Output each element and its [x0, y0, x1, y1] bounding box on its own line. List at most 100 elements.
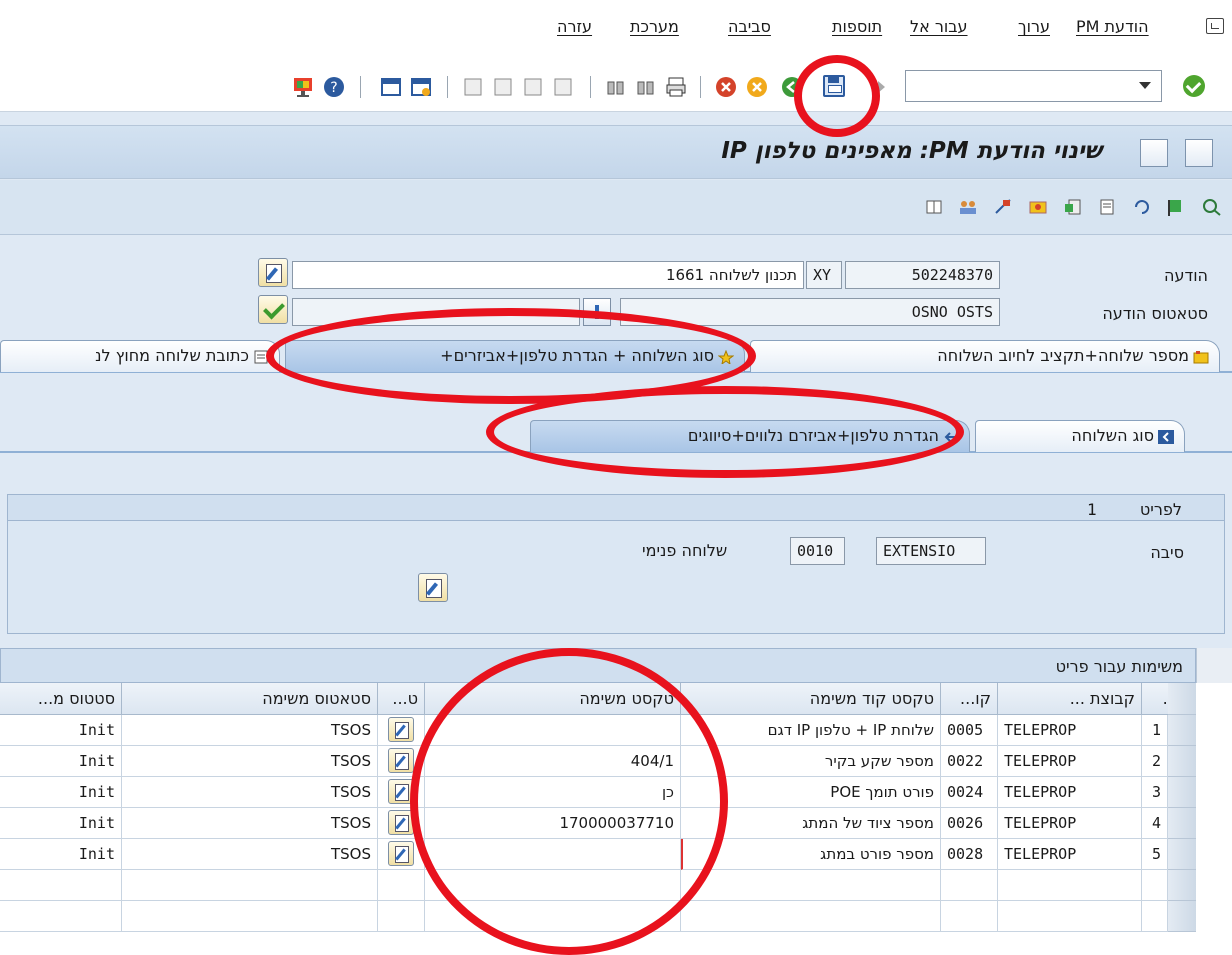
back-icon[interactable] [781, 76, 803, 98]
col-header-group[interactable]: קבוצת ... [998, 683, 1142, 715]
table-cell-task-text[interactable]: כן [425, 777, 681, 808]
tab-extension-type-phone[interactable]: סוג השלוחה + הגדרת טלפון+אביזרים+ [285, 340, 745, 372]
col-header-task-text[interactable]: טקסט משימה [425, 683, 681, 715]
subtab-phone-accessories[interactable]: הגדרת טלפון+אביזרם נלווים+סיווגים [530, 420, 970, 452]
next-page-icon[interactable] [522, 76, 544, 98]
status-extra-field[interactable] [292, 298, 580, 326]
cancel-icon[interactable] [715, 76, 737, 98]
help-icon[interactable]: ? [323, 76, 345, 98]
menu-extras[interactable]: תוספות [832, 17, 882, 36]
row-selector[interactable] [1168, 808, 1196, 839]
subtab-extension-type[interactable]: סוג השלוחה [975, 420, 1185, 452]
table-cell-group[interactable]: TELEPROP [998, 839, 1142, 870]
col-header-code[interactable]: קו... [941, 683, 998, 715]
table-cell-group[interactable]: TELEPROP [998, 777, 1142, 808]
enter-check-icon[interactable] [1183, 75, 1205, 97]
tab-external-address[interactable]: כתובת שלוחה מחוץ לנ [0, 340, 280, 372]
col-header-user-status[interactable]: סטטוס מ... [0, 683, 122, 715]
notification-description-field[interactable]: תכנון לשלוחה 1661 [292, 261, 804, 289]
title-bar: שינוי הודעת PM: מאפינים טלפון IP [0, 125, 1232, 179]
table-cell-no: 5 [1142, 839, 1168, 870]
refresh-icon[interactable] [1132, 198, 1152, 216]
save-icon[interactable] [823, 75, 845, 97]
title-expand-button[interactable] [1140, 139, 1168, 167]
row-selector[interactable] [1168, 901, 1196, 932]
partner-icon[interactable] [1028, 198, 1048, 216]
tab-extension-budget[interactable]: מספר שלוחה+תקציב לחיוב השלוחה [750, 340, 1220, 372]
status-check-button[interactable] [258, 295, 288, 324]
catalog-icon[interactable] [993, 198, 1013, 216]
create-session-icon[interactable] [380, 76, 402, 98]
row-selector[interactable] [1168, 870, 1196, 901]
task-text-edit-button[interactable] [388, 841, 414, 866]
row-selector[interactable] [1168, 746, 1196, 777]
table-cell-group[interactable]: TELEPROP [998, 808, 1142, 839]
col-header-code-text[interactable]: טקסט קוד משימה [681, 683, 941, 715]
users-icon[interactable] [958, 198, 978, 216]
col-header-task-status[interactable]: סטאטוס משימה [122, 683, 378, 715]
task-text-edit-button[interactable] [388, 748, 414, 773]
long-text-edit-button[interactable] [258, 258, 288, 287]
menu-pm-notification[interactable]: הודעת PM [1076, 17, 1149, 36]
previous-page-icon[interactable] [492, 76, 514, 98]
select-all-cell[interactable] [1168, 683, 1196, 715]
command-field[interactable] [905, 70, 1162, 102]
item-edit-button[interactable] [418, 573, 448, 602]
exit-menu-icon[interactable] [1206, 18, 1224, 34]
tab-document-icon [254, 350, 268, 363]
customize-layout-icon[interactable] [292, 76, 314, 98]
chevron-down-icon[interactable] [1139, 82, 1151, 89]
menu-goto[interactable]: עבור אל [910, 17, 968, 36]
table-cell-empty [378, 901, 425, 932]
notification-type-field[interactable]: XY [806, 261, 842, 289]
table-cell-task-text[interactable] [425, 715, 681, 746]
menu-environment[interactable]: סביבה [728, 17, 771, 36]
menu-edit[interactable]: ערוך [1018, 17, 1050, 36]
menu-help[interactable]: עזרה [557, 17, 592, 36]
table-cell-code[interactable]: 0022 [941, 746, 998, 777]
row-selector[interactable] [1168, 839, 1196, 870]
title-menu-button[interactable] [1185, 139, 1213, 167]
table-cell-code[interactable]: 0005 [941, 715, 998, 746]
table-cell-code[interactable]: 0024 [941, 777, 998, 808]
table-cell-task-text[interactable]: 170000037710 [425, 808, 681, 839]
item-groupbox-header [8, 495, 1224, 521]
toolbar-expand-icon[interactable] [878, 81, 885, 93]
tab-label: מספר שלוחה+תקציב לחיוב השלוחה [937, 346, 1189, 365]
cause-code-field[interactable]: EXTENSIO [876, 537, 986, 565]
cause-subcode-field[interactable]: 0010 [790, 537, 845, 565]
print-icon[interactable] [665, 76, 687, 98]
subtab-label: סוג השלוחה [1071, 426, 1154, 445]
task-text-edit-button[interactable] [388, 810, 414, 835]
row-selector[interactable] [1168, 715, 1196, 746]
notification-number-field[interactable]: 502248370 [845, 261, 1000, 289]
first-page-icon[interactable] [462, 76, 484, 98]
document-icon[interactable] [1097, 198, 1117, 216]
status-info-button[interactable] [583, 298, 611, 326]
table-cell-code[interactable]: 0028 [941, 839, 998, 870]
find-icon[interactable] [605, 76, 627, 98]
toolbar-separator [700, 76, 701, 98]
row-selector[interactable] [1168, 777, 1196, 808]
table-cell-user-status: Init [0, 746, 122, 777]
task-text-edit-button[interactable] [388, 779, 414, 804]
object-list-icon[interactable] [1063, 198, 1083, 216]
status-field[interactable]: OSNO OSTS [620, 298, 1000, 326]
toolbar-separator [447, 76, 448, 98]
find-next-icon[interactable] [635, 76, 657, 98]
table-cell-task-text[interactable]: 404/1 [425, 746, 681, 777]
col-header-t[interactable]: ט... [378, 683, 425, 715]
shortcut-icon[interactable] [410, 76, 432, 98]
table-cell-group[interactable]: TELEPROP [998, 746, 1142, 777]
last-page-icon[interactable] [552, 76, 574, 98]
display-icon[interactable] [1202, 198, 1222, 216]
table-cell-code[interactable]: 0026 [941, 808, 998, 839]
table-cell-no: 3 [1142, 777, 1168, 808]
menu-system[interactable]: מערכת [630, 17, 679, 36]
flag-icon[interactable] [1166, 198, 1186, 216]
task-text-edit-button[interactable] [388, 717, 414, 742]
exit-icon[interactable] [746, 76, 768, 98]
table-cell-task-text-focused[interactable] [425, 839, 681, 870]
documents-icon[interactable] [924, 198, 944, 216]
table-cell-group[interactable]: TELEPROP [998, 715, 1142, 746]
